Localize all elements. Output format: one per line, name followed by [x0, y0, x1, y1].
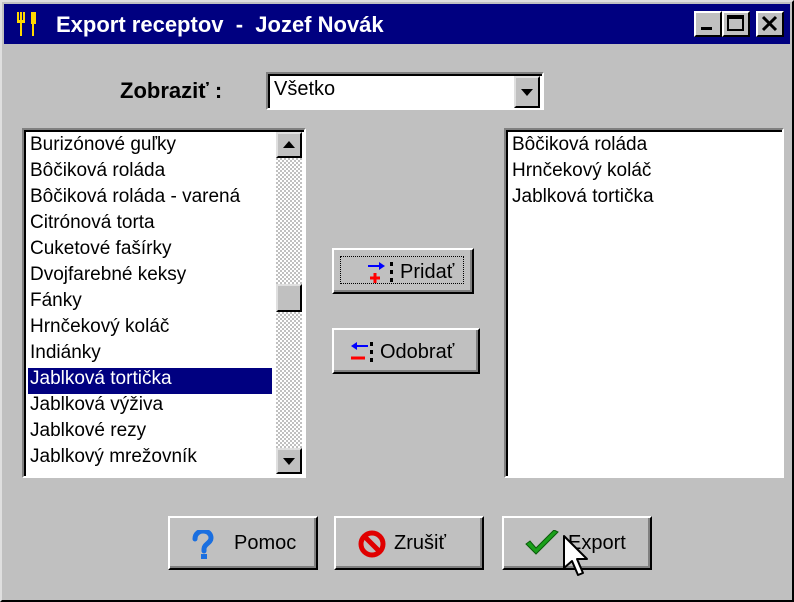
- filter-selected-value: Všetko: [274, 78, 336, 100]
- maximize-button[interactable]: [722, 11, 750, 37]
- title-bar[interactable]: Export receptov - Jozef Novák: [4, 4, 790, 44]
- source-list-items: Burizónové guľky Bôčiková roláda Bôčiková …: [28, 134, 272, 472]
- close-button[interactable]: [756, 11, 784, 37]
- scroll-down-button[interactable]: [276, 448, 302, 474]
- list-item[interactable]: Jablková výživa: [28, 394, 272, 420]
- list-item[interactable]: Jablková tortička: [510, 186, 780, 212]
- list-item[interactable]: Bôčiková roláda - varená: [28, 186, 272, 212]
- question-icon: [192, 530, 214, 559]
- close-icon: [761, 15, 778, 32]
- export-dialog: Export receptov - Jozef Novák Zobraziť :…: [0, 0, 794, 602]
- add-arrow-icon: [368, 262, 393, 283]
- filter-label: Zobraziť :: [120, 78, 223, 103]
- mouse-pointer-icon: [563, 535, 588, 576]
- scroll-up-button[interactable]: [276, 132, 302, 158]
- no-sign-icon: [358, 530, 386, 558]
- arrow-down-icon: [283, 458, 295, 465]
- list-item[interactable]: Jablkové rezy: [28, 420, 272, 446]
- list-item[interactable]: Cuketové fašírky: [28, 238, 272, 264]
- filter-combobox[interactable]: Všetko: [266, 72, 544, 110]
- filter-dropdown-button[interactable]: [514, 76, 540, 108]
- fork-knife-icon: [14, 10, 42, 38]
- list-item[interactable]: Bôčiková roláda: [28, 160, 272, 186]
- minimize-button[interactable]: [694, 11, 722, 37]
- remove-button[interactable]: Odobrať: [332, 328, 480, 374]
- chevron-down-icon: [521, 89, 533, 96]
- cancel-button[interactable]: Zrušiť: [334, 516, 484, 570]
- remove-button-label: Odobrať: [380, 341, 455, 363]
- help-button[interactable]: Pomoc: [168, 516, 318, 570]
- window-title: Export receptov - Jozef Novák: [56, 12, 384, 37]
- list-item[interactable]: Burizónové guľky: [28, 134, 272, 160]
- maximize-icon: [727, 15, 744, 31]
- list-item[interactable]: Hrnčekový koláč: [510, 160, 780, 186]
- source-list-scrollbar[interactable]: [276, 132, 302, 474]
- add-button-label: Pridať: [400, 261, 455, 283]
- list-item[interactable]: Indiánky: [28, 342, 272, 368]
- list-item[interactable]: Bôčiková roláda: [510, 134, 780, 160]
- target-recipe-list[interactable]: Bôčiková roláda Hrnčekový koláč Jablková t…: [504, 128, 784, 478]
- scroll-thumb[interactable]: [276, 284, 302, 312]
- add-button[interactable]: Pridať: [332, 248, 474, 294]
- help-button-label: Pomoc: [234, 532, 297, 554]
- checkmark-icon: [525, 530, 559, 555]
- minimize-icon: [701, 27, 712, 30]
- list-item[interactable]: Citrónová torta: [28, 212, 272, 238]
- list-item[interactable]: Fánky: [28, 290, 272, 316]
- list-item[interactable]: Jablkový mrežovník: [28, 446, 272, 472]
- cancel-button-label: Zrušiť: [394, 532, 446, 554]
- target-list-items: Bôčiková roláda Hrnčekový koláč Jablková t…: [510, 134, 780, 472]
- list-item[interactable]: Dvojfarebné keksy: [28, 264, 272, 290]
- arrow-up-icon: [283, 141, 295, 148]
- source-recipe-list[interactable]: Burizónové guľky Bôčiková roláda Bôčiková …: [22, 128, 306, 478]
- list-item[interactable]: Jablková tortička: [28, 368, 272, 394]
- remove-arrow-icon: [351, 342, 373, 362]
- list-item[interactable]: Hrnčekový koláč: [28, 316, 272, 342]
